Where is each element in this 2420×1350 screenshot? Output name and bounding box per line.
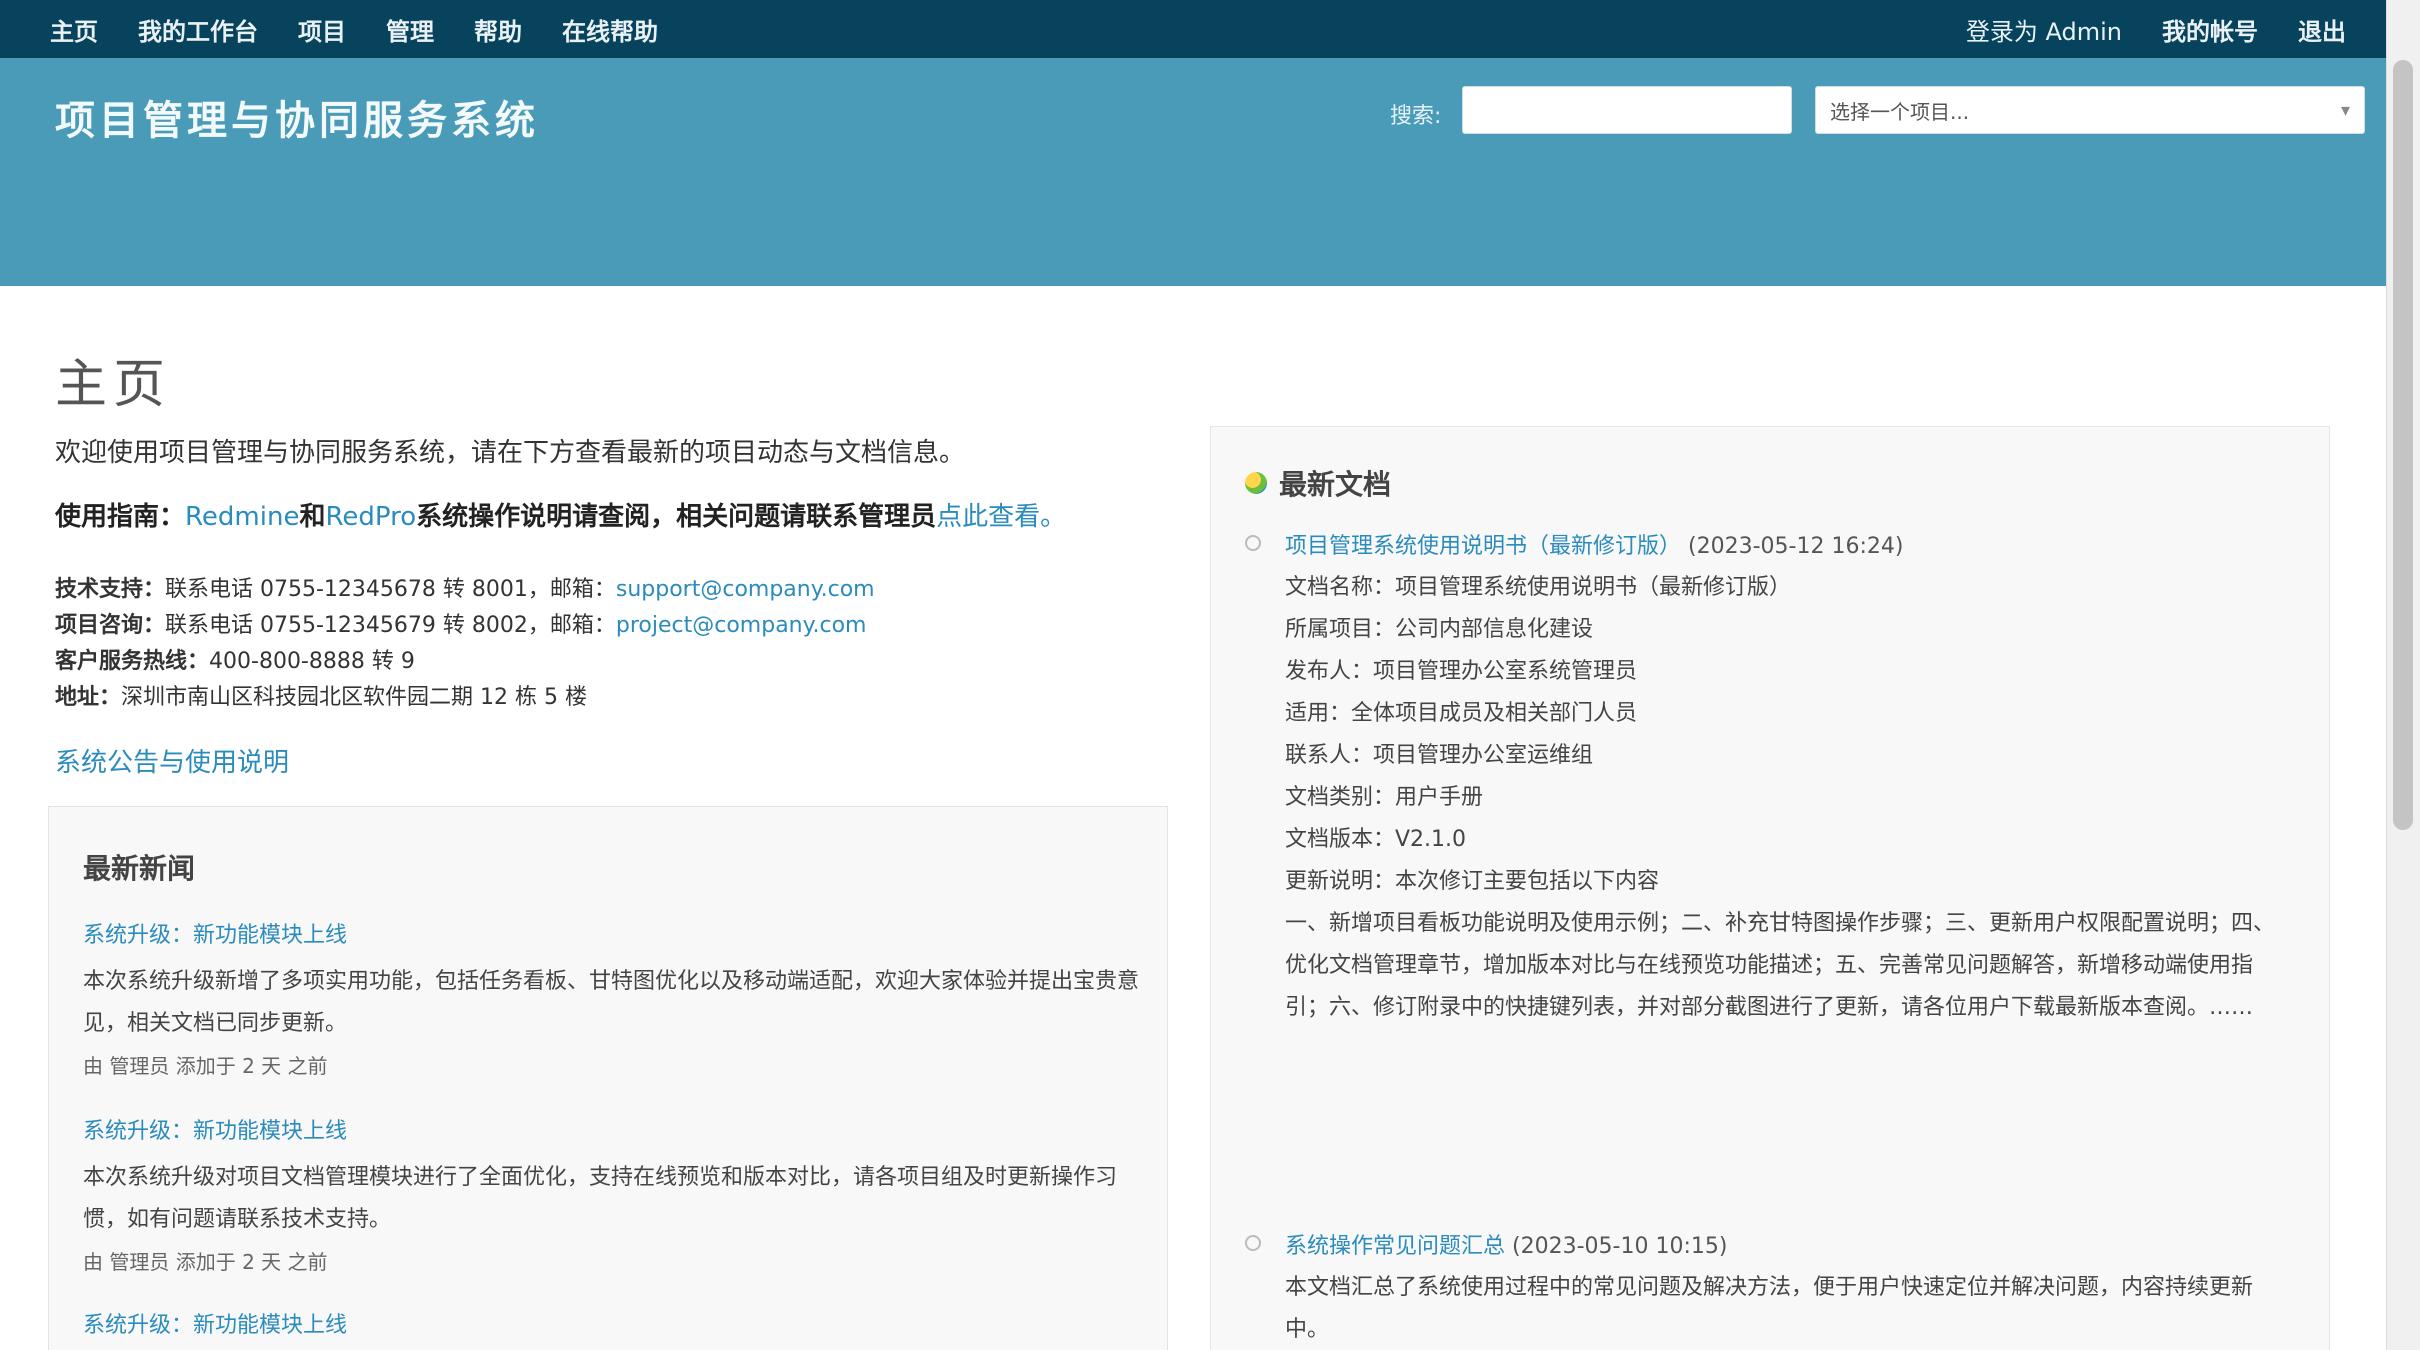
site-header: 项目管理与协同服务系统 搜索: 选择一个项目... ▾ [0,58,2386,286]
news-item: 系统升级：新功能模块上线 本次系统升级对项目文档管理模块进行了全面优化，支持在线… [83,1113,1143,1283]
contact-label: 技术支持： [55,577,166,602]
contact-row: 项目咨询：联系电话 0755-12345679 转 8002，邮箱：projec… [55,608,875,644]
document-line: 文档版本：V2.1.0 [1285,827,1467,852]
top-menu-my-page[interactable]: 我的工作台 [138,12,258,47]
news-title-link[interactable]: 系统升级：新功能模块上线 [83,1113,1143,1145]
document-date: (2023-05-12 16:24) [1688,534,1904,559]
guide-link-redmine[interactable]: Redmine [185,502,299,532]
document-body: 项目管理系统使用说明书（最新修订版） (2023-05-12 16:24) 文档… [1285,527,2285,1029]
guide-prefix: 使用指南： [55,502,186,532]
document-title-link[interactable]: 系统操作常见问题汇总 [1285,1234,1505,1259]
guide-line: 使用指南：Redmine和RedPro系统操作说明请查阅，相关问题请联系管理员点… [55,496,1066,533]
main-content: 主页 欢迎使用项目管理与协同服务系统，请在下方查看最新的项目动态与文档信息。 使… [0,286,2386,1350]
top-menu-administration[interactable]: 管理 [386,12,434,47]
guide-suffix: 系统操作说明请查阅，相关问题请联系管理员 [416,502,937,532]
top-menu-online-help[interactable]: 在线帮助 [562,12,658,47]
project-jump-select[interactable]: 选择一个项目... ▾ [1815,86,2365,134]
news-summary: 本次系统升级对项目文档管理模块进行了全面优化，支持在线预览和版本对比，请各项目组… [83,1165,1118,1232]
contact-email-link[interactable]: project@company.com [616,613,867,638]
welcome-text: 欢迎使用项目管理与协同服务系统，请在下方查看最新的项目动态与文档信息。 [55,438,966,468]
top-menu-bar: 主页 我的工作台 项目 管理 帮助 在线帮助 登录为 Admin 我的帐号 退出 [0,0,2386,58]
document-item: 项目管理系统使用说明书（最新修订版） (2023-05-12 16:24) 文档… [1245,527,2285,1029]
news-box-title: 最新新闻 [83,852,196,885]
contact-email-link[interactable]: support@company.com [616,577,875,602]
document-description: 本文档汇总了系统使用过程中的常见问题及解决方法，便于用户快速定位并解决问题，内容… [1285,1275,2254,1342]
latest-documents-panel: 最新文档 项目管理系统使用说明书（最新修订版） (2023-05-12 16:2… [1210,426,2330,1350]
document-line: 发布人：项目管理办公室系统管理员 [1285,659,1638,684]
document-title-link[interactable]: 项目管理系统使用说明书（最新修订版） [1285,534,1681,559]
documents-icon [1245,472,1267,494]
contact-list: 技术支持：联系电话 0755-12345678 转 8001，邮箱：suppor… [55,572,875,716]
news-item: 系统升级：新功能模块上线 本次系统升级新增了多项实用功能，包括任务看板、甘特图优… [83,917,1143,1087]
contact-row: 客户服务热线：400-800-8888 转 9 [55,644,875,680]
document-line: 联系人：项目管理办公室运维组 [1285,743,1594,768]
top-menu-left: 主页 我的工作台 项目 管理 帮助 在线帮助 [50,12,698,47]
document-body: 系统操作常见问题汇总 (2023-05-10 10:15) 本文档汇总了系统使用… [1285,1227,2285,1350]
document-line: 文档类别：用户手册 [1285,785,1484,810]
news-meta: 由 管理员 添加于 2 天 之前 [83,1250,328,1274]
page-scrollbar[interactable] [2386,0,2420,1350]
document-line: 所属项目：公司内部信息化建设 [1285,617,1594,642]
contact-row: 地址：深圳市南山区科技园北区软件园二期 12 栋 5 楼 [55,680,875,716]
my-account-link[interactable]: 我的帐号 [2162,12,2258,47]
project-select-value: 选择一个项目... [1830,99,1970,124]
sign-out-link[interactable]: 退出 [2298,12,2346,47]
guide-link-redpro[interactable]: RedPro [325,502,416,532]
contact-text: 深圳市南山区科技园北区软件园二期 12 栋 5 楼 [121,685,587,710]
guide-link-more[interactable]: 点此查看。 [936,502,1066,532]
document-head: 项目管理系统使用说明书（最新修订版） (2023-05-12 16:24) [1285,527,2285,567]
site-title: 项目管理与协同服务系统 [55,98,539,144]
contact-text: 400-800-8888 转 9 [209,649,415,674]
documents-title-text: 最新文档 [1279,468,1392,501]
contact-row: 技术支持：联系电话 0755-12345678 转 8001，邮箱：suppor… [55,572,875,608]
bullet-icon [1245,1235,1261,1251]
contact-label: 地址： [55,685,122,710]
search-label: 搜索: [1390,104,1442,129]
document-line: 更新说明：本次修订主要包括以下内容 [1285,869,1660,894]
contact-text: 联系电话 0755-12345678 转 8001，邮箱： [165,577,616,602]
news-title-link[interactable]: 系统升级：新功能模块上线 [83,917,1143,949]
top-menu-projects[interactable]: 项目 [298,12,346,47]
document-line: 文档名称：项目管理系统使用说明书（最新修订版） [1285,575,1792,600]
documents-panel-title: 最新文档 [1245,463,1391,503]
document-head: 系统操作常见问题汇总 (2023-05-10 10:15) [1285,1227,2285,1267]
news-title-link[interactable]: 系统升级：新功能模块上线 [83,1307,1143,1339]
news-meta: 由 管理员 添加于 2 天 之前 [83,1054,328,1078]
contact-text: 联系电话 0755-12345679 转 8002，邮箱： [165,613,616,638]
guide-middle: 和 [299,502,326,532]
document-description: 一、新增项目看板功能说明及使用示例；二、补充甘特图操作步骤；三、更新用户权限配置… [1285,911,2276,1020]
search-input[interactable] [1462,86,1792,134]
document-date: (2023-05-10 10:15) [1512,1234,1728,1259]
top-menu-right: 登录为 Admin 我的帐号 退出 [1926,12,2346,47]
contact-label: 项目咨询： [55,613,166,638]
news-item: 系统升级：新功能模块上线 [83,1307,1143,1350]
top-menu-help[interactable]: 帮助 [474,12,522,47]
document-item: 系统操作常见问题汇总 (2023-05-10 10:15) 本文档汇总了系统使用… [1245,1227,2285,1350]
top-menu-home[interactable]: 主页 [50,12,98,47]
announcement-link[interactable]: 系统公告与使用说明 [55,742,289,779]
bullet-icon [1245,535,1261,551]
latest-news-box: 最新新闻 系统升级：新功能模块上线 本次系统升级新增了多项实用功能，包括任务看板… [48,806,1168,1350]
chevron-down-icon: ▾ [2340,99,2350,121]
page-title: 主页 [55,355,172,415]
logged-in-as: 登录为 Admin [1965,17,2122,46]
document-line: 适用：全体项目成员及相关部门人员 [1285,701,1638,726]
scrollbar-thumb[interactable] [2393,60,2413,830]
contact-label: 客户服务热线： [55,649,210,674]
news-summary: 本次系统升级新增了多项实用功能，包括任务看板、甘特图优化以及移动端适配，欢迎大家… [83,969,1140,1036]
